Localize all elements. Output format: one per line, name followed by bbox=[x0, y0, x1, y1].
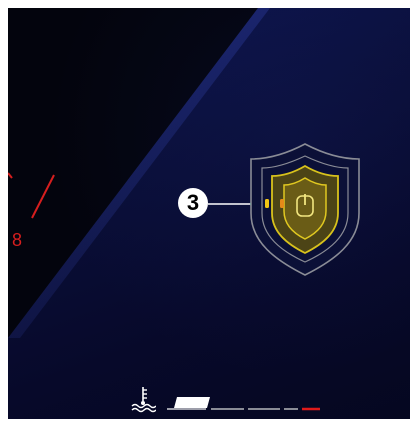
coolant-segment-active bbox=[174, 397, 210, 408]
coolant-gauge-bar bbox=[167, 397, 320, 411]
instrument-cluster: 8 3 bbox=[8, 8, 410, 419]
